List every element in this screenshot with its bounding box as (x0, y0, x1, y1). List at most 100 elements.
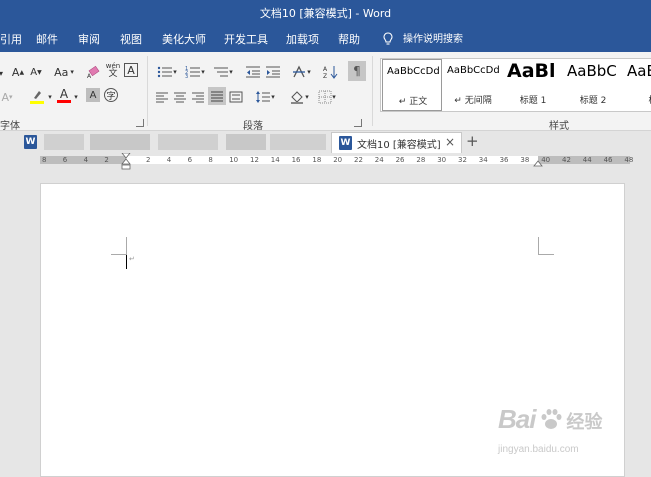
group-separator (372, 56, 373, 126)
align-left-button[interactable] (154, 88, 170, 106)
align-center-button[interactable] (172, 88, 188, 106)
distributed-button[interactable] (228, 88, 244, 106)
ruler-tick-label: 22 (354, 156, 363, 164)
font-color-button[interactable]: A (56, 87, 72, 105)
increase-indent-button[interactable] (264, 63, 282, 81)
numbering-icon: 123 (185, 66, 201, 79)
indent-marker-icon[interactable] (121, 153, 131, 170)
tab-beautify[interactable]: 美化大师 (162, 27, 206, 52)
font-size-dropdown[interactable]: ▾ (0, 64, 6, 82)
borders-icon (318, 90, 332, 104)
highlight-dropdown[interactable]: ▾ (46, 88, 54, 106)
decrease-indent-icon (246, 66, 260, 78)
justify-icon (211, 91, 223, 102)
grow-font-button[interactable]: A ▲ (10, 63, 26, 81)
font-color-dropdown[interactable]: ▾ (72, 88, 80, 106)
document-tab-strip: W W 文档10 [兼容模式] × + (0, 131, 651, 153)
styles-group-label: 样式 (549, 121, 569, 132)
active-document-tab[interactable]: W 文档10 [兼容模式] × (331, 132, 462, 153)
styles-gallery: AaBbCcDd ↵ 正文 AaBbCcDd ↵ 无间隔 AaBl 标题 1 A… (380, 58, 651, 112)
sort-icon: AZ (323, 66, 338, 79)
justify-button[interactable] (208, 87, 226, 105)
lightbulb-icon (383, 32, 393, 45)
character-border-button[interactable]: A (124, 63, 138, 77)
character-shading-button[interactable]: A (86, 88, 100, 102)
new-tab-button[interactable]: + (466, 132, 479, 150)
active-tab-title: 文档10 [兼容模式] (357, 140, 441, 151)
ruler-tick-label: 20 (333, 156, 343, 164)
multilevel-list-button[interactable]: ▾ (210, 63, 236, 81)
change-case-button[interactable]: Aa ▾ (50, 63, 78, 81)
line-spacing-icon (256, 91, 271, 103)
close-icon[interactable]: × (445, 135, 455, 149)
enclose-characters-button[interactable]: 字 (104, 88, 118, 102)
decrease-indent-button[interactable] (244, 63, 262, 81)
blurred-tab[interactable] (90, 134, 150, 150)
right-indent-marker-icon[interactable] (533, 159, 543, 167)
tell-me-search[interactable]: 操作说明搜索 (403, 27, 463, 52)
text-effects-button[interactable]: A ▾ (0, 88, 14, 106)
ruler-tick-label: 14 (270, 156, 280, 164)
ruler-tick-label: 8 (208, 156, 213, 164)
blurred-tab[interactable] (158, 134, 218, 150)
ruler-tick-label: 26 (395, 156, 405, 164)
asian-layout-button[interactable]: ▾ (288, 63, 314, 81)
bullets-button[interactable]: ▾ (154, 63, 180, 81)
blurred-tab[interactable] (44, 134, 84, 150)
style-heading-1[interactable]: AaBl 标题 1 (503, 59, 563, 111)
align-center-icon (174, 92, 186, 103)
show-hide-marks-button[interactable]: ¶ (348, 61, 366, 81)
sort-button[interactable]: AZ (322, 63, 340, 81)
ruler-tick-label: 24 (374, 156, 384, 164)
eraser-icon: A (87, 65, 100, 79)
ribbon-tabs: 引用 邮件 审阅 视图 美化大师 开发工具 加载项 帮助 操作说明搜索 (0, 27, 651, 52)
phonetic-guide-button[interactable]: wén 文 (104, 61, 122, 79)
style-title[interactable]: AaB 标 (623, 59, 651, 111)
word-doc-icon: W (339, 136, 352, 150)
margin-corner-top-right (538, 237, 554, 255)
svg-text:A: A (323, 66, 328, 73)
align-left-icon (156, 92, 168, 103)
tab-help[interactable]: 帮助 (338, 27, 360, 52)
borders-button[interactable]: ▾ (314, 88, 340, 106)
tab-view[interactable]: 视图 (120, 27, 142, 52)
ruler-tick-label: 6 (62, 156, 68, 164)
increase-indent-icon (266, 66, 280, 78)
paragraph-group-label: 段落 (243, 121, 263, 132)
ruler-tick-label: 2 (104, 156, 109, 164)
shrink-font-button[interactable]: A ▼ (28, 63, 44, 81)
blurred-tab[interactable] (226, 134, 266, 150)
font-color-icon: A (59, 87, 69, 101)
text-cursor (126, 255, 127, 269)
style-heading-2[interactable]: AaBbC 标题 2 (563, 59, 623, 111)
ribbon: ▾ A ▲ A ▼ Aa ▾ A wén 文 A A ▾ ▾ A ▾ A 字 字体 (0, 52, 651, 132)
paragraph-dialog-launcher[interactable] (354, 119, 362, 127)
tab-mailings[interactable]: 邮件 (36, 27, 58, 52)
tab-addins[interactable]: 加载项 (286, 27, 319, 52)
numbering-button[interactable]: 123 ▾ (182, 63, 208, 81)
paragraph-mark-icon: ↵ (129, 255, 135, 263)
highlighter-icon (34, 90, 41, 99)
line-spacing-button[interactable]: ▾ (252, 88, 278, 106)
blurred-tab[interactable] (270, 134, 326, 150)
word-doc-icon: W (24, 135, 37, 149)
ruler-tick-label: 6 (187, 156, 193, 164)
tab-developer[interactable]: 开发工具 (224, 27, 268, 52)
ruler-tick-label: 32 (458, 156, 467, 164)
highlight-color-button[interactable] (28, 87, 46, 105)
tab-references[interactable]: 引用 (0, 27, 22, 52)
ruler-tick-label: 38 (520, 156, 530, 164)
tab-review[interactable]: 审阅 (78, 27, 100, 52)
window-title: 文档10 [兼容模式] - Word (259, 7, 392, 20)
font-dialog-launcher[interactable] (136, 119, 144, 127)
style-normal[interactable]: AaBbCcDd ↵ 正文 (382, 59, 442, 111)
style-no-spacing[interactable]: AaBbCcDd ↵ 无间隔 (443, 59, 503, 111)
ruler-tick-label: 30 (437, 156, 447, 164)
shading-button[interactable]: ▾ (286, 88, 312, 106)
ruler-tick-label: 12 (250, 156, 259, 164)
paw-icon (541, 409, 562, 429)
horizontal-ruler[interactable]: 8 6 4 2 2 4 6 8 10 12 14 16 18 20 22 24 26 28 30 32 34 36 38 40… (0, 153, 651, 170)
align-right-button[interactable] (190, 88, 206, 106)
ruler-tick-label: 8 (42, 156, 47, 164)
clear-formatting-button[interactable]: A (86, 63, 102, 81)
